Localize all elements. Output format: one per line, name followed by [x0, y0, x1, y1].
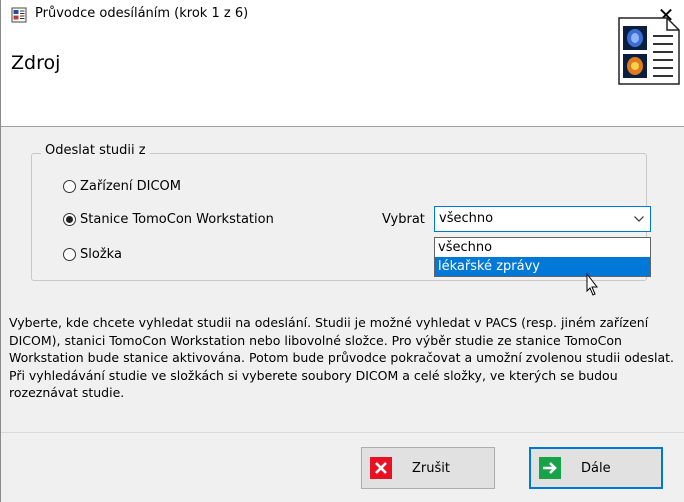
wizard-header [1, 30, 684, 127]
dropdown-option[interactable]: všechno [435, 238, 650, 257]
radio-button[interactable] [63, 213, 76, 226]
document-scan-icon [618, 17, 680, 85]
red-x-icon [370, 457, 392, 479]
radio-tomocon-workstation[interactable]: Stanice TomoCon Workstation [63, 212, 274, 227]
help-text: Vyberte, kde chcete vyhledat studii na o… [9, 315, 675, 400]
page-title: Zdroj [11, 52, 61, 74]
mouse-cursor-icon [586, 273, 599, 296]
cancel-button[interactable]: Zrušit [361, 447, 495, 489]
radio-folder[interactable]: Složka [63, 247, 122, 262]
green-arrow-icon [539, 457, 561, 479]
next-label: Dále [581, 460, 611, 476]
select-dropdown-list: všechno lékařské zprávy [434, 237, 651, 277]
cancel-label: Zrušit [412, 460, 450, 476]
select-combobox[interactable]: všechno [434, 206, 651, 232]
radio-dicom-device[interactable]: Zařízení DICOM [63, 179, 181, 194]
dropdown-option-highlighted[interactable]: lékařské zprávy [435, 257, 650, 276]
radio-label: Zařízení DICOM [80, 179, 182, 194]
radio-button[interactable] [63, 248, 76, 261]
footer-divider [1, 432, 684, 433]
select-value: všechno [439, 211, 494, 226]
radio-label: Stanice TomoCon Workstation [80, 212, 274, 227]
next-button[interactable]: Dále [529, 447, 663, 489]
window-title: Průvodce odesíláním (krok 1 z 6) [35, 6, 249, 21]
radio-selected-dot [66, 216, 73, 223]
app-icon [11, 7, 27, 23]
chevron-down-icon[interactable] [628, 207, 650, 231]
title-bar: Průvodce odesíláním (krok 1 z 6) ✕ [1, 0, 684, 30]
radio-button[interactable] [63, 180, 76, 193]
group-label: Odeslat studii z [41, 143, 150, 158]
select-label: Vybrat [382, 212, 425, 227]
wizard-window: Průvodce odesíláním (krok 1 z 6) ✕ Zdroj… [0, 0, 684, 502]
radio-label: Složka [80, 247, 122, 262]
